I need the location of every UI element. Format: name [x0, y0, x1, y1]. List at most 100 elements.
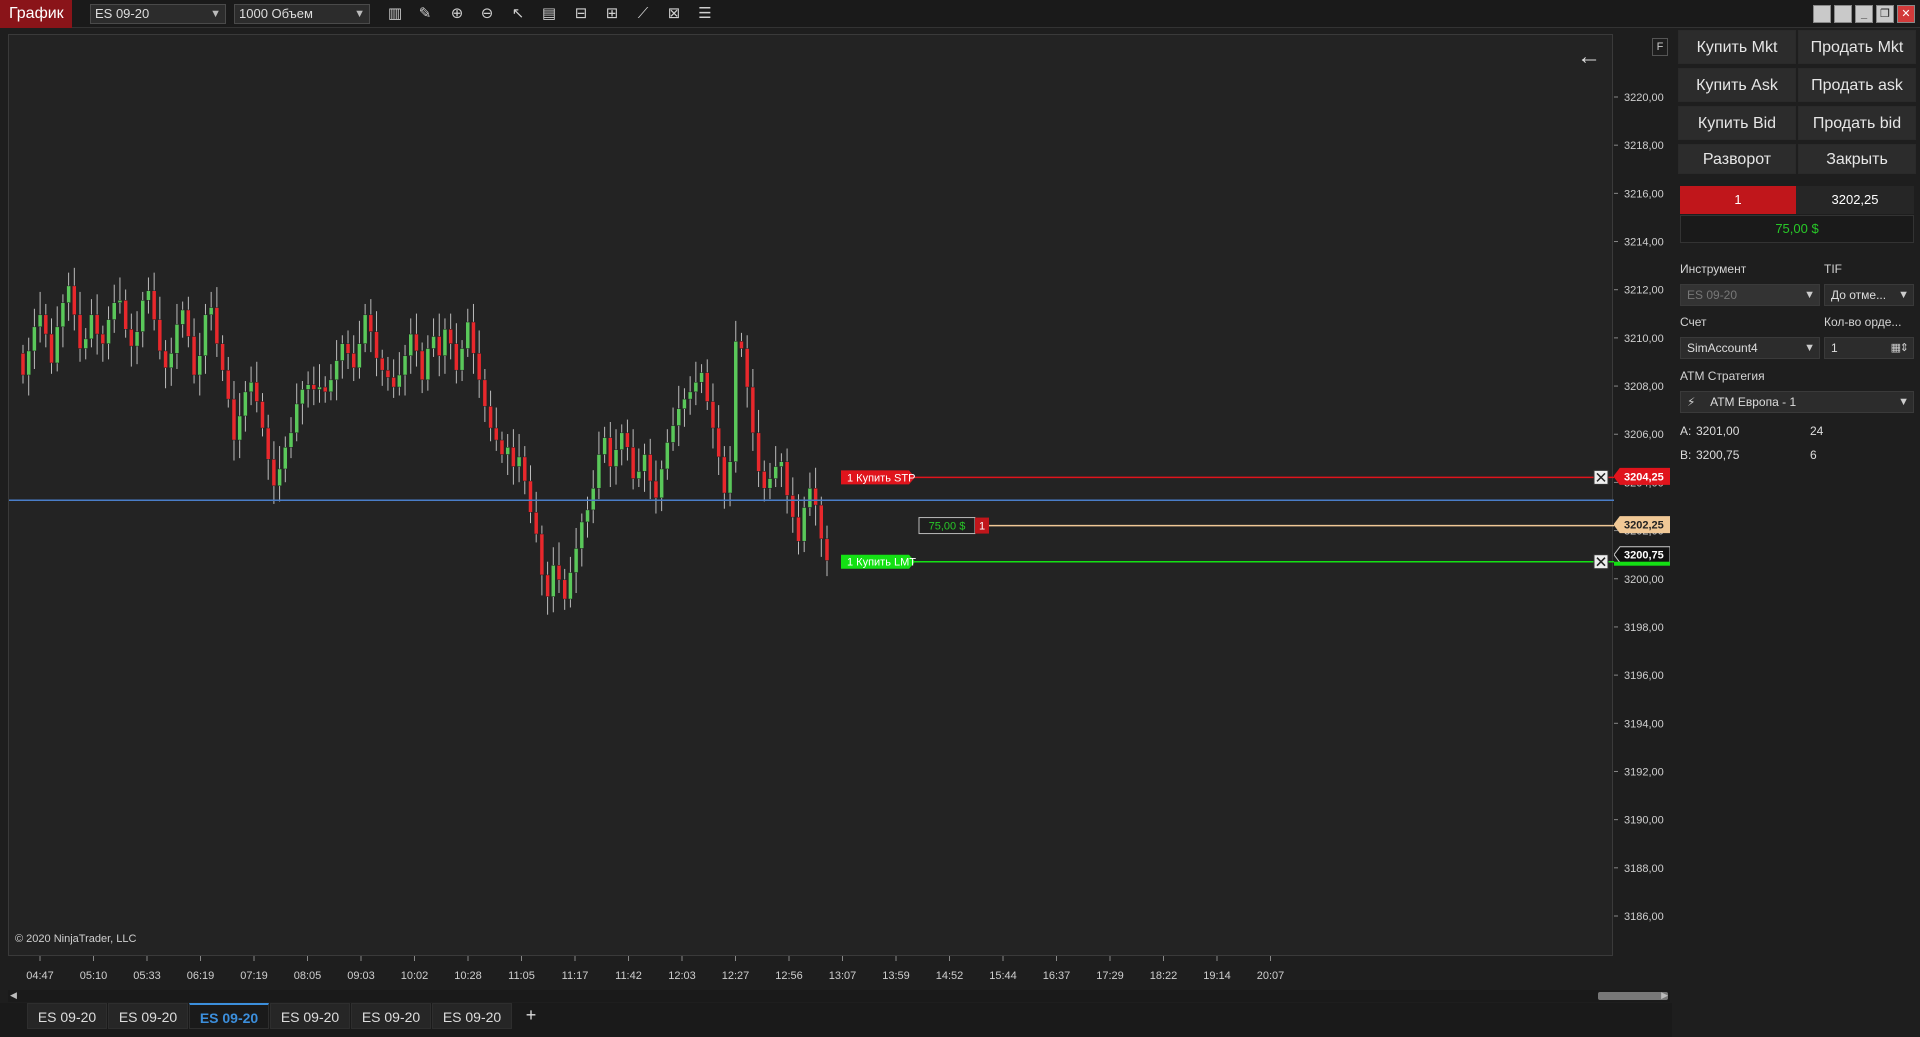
candle-up — [568, 572, 573, 600]
fixed-scale-button[interactable]: F — [1652, 38, 1668, 56]
tab-5[interactable]: ES 09-20 — [432, 1003, 512, 1029]
candle-down — [494, 427, 499, 441]
buy-limit-order-tag-label: 1 Купить LMT — [847, 557, 916, 569]
tab-2-active[interactable]: ES 09-20 — [189, 1003, 269, 1029]
bar-type-selector[interactable]: 1000 Объем ▼ — [234, 4, 370, 24]
price-axis[interactable]: 3220,00 3218,00 3216,00 3214,00 3212,00 3210,… — [1613, 34, 1671, 956]
limit-price-flag: 3200,75 — [1613, 546, 1671, 564]
minimize-button[interactable]: _ — [1855, 5, 1873, 23]
chart-scrollbar[interactable]: ◀ ▶ — [8, 990, 1670, 1002]
sell-ask-button[interactable]: Продать ask — [1798, 68, 1916, 102]
candle-up — [682, 398, 687, 409]
candle-down — [819, 504, 824, 540]
candle-down — [533, 512, 539, 535]
tab-4[interactable]: ES 09-20 — [351, 1003, 431, 1029]
candle-up — [248, 381, 254, 393]
account-select[interactable]: SimAccount4 ▼ — [1680, 337, 1820, 359]
price-tick-label: 3214,00 — [1624, 237, 1664, 249]
candle-up — [442, 328, 448, 356]
candle-up — [106, 319, 111, 344]
drawing-tool-icon[interactable]: ✎ — [414, 3, 436, 25]
buy-stop-order-cancel-icon[interactable] — [1593, 469, 1609, 485]
scroll-right-icon[interactable]: ▶ — [1661, 990, 1668, 1001]
buy-bid-button[interactable]: Купить Bid — [1678, 106, 1796, 140]
chart-panel[interactable]: 1 Купить STP 1 Купить LMT 75,00 $ 1 © 2020 … — [8, 34, 1614, 957]
candle-down — [437, 336, 442, 356]
buy-ask-button[interactable]: Купить Ask — [1678, 68, 1796, 102]
tif-select[interactable]: До отме... ▼ — [1824, 284, 1914, 306]
candle-down — [151, 290, 157, 320]
buy-limit-order-tag[interactable]: 1 Купить LMT — [841, 554, 916, 569]
chevron-down-icon: ▼ — [1804, 289, 1815, 301]
price-tick-label: 3192,00 — [1624, 766, 1664, 778]
candle-down — [414, 333, 419, 352]
zoom-out-icon[interactable]: ⊖ — [476, 3, 498, 25]
candle-down — [499, 439, 505, 455]
price-tick-label: 3220,00 — [1624, 92, 1664, 104]
limit-price-flag-bar — [1614, 561, 1670, 566]
buy-market-button[interactable]: Купить Mkt — [1678, 30, 1796, 64]
candle-up — [134, 331, 140, 347]
sell-bid-button[interactable]: Продать bid — [1798, 106, 1916, 140]
candle-down — [379, 357, 385, 371]
reverse-button[interactable]: Разворот — [1678, 144, 1796, 174]
candle-up — [357, 343, 362, 369]
time-tick-label: 10:02 — [401, 970, 429, 982]
time-tick-label: 11:05 — [508, 970, 535, 982]
tab-1[interactable]: ES 09-20 — [108, 1003, 188, 1029]
candle-down — [813, 487, 818, 506]
chevron-down-icon: ▼ — [1804, 342, 1815, 354]
candle-up — [300, 389, 305, 405]
buy-stop-order-tag[interactable]: 1 Купить STP — [841, 470, 915, 485]
add-tab-icon[interactable]: + — [519, 1003, 543, 1029]
candle-down — [562, 579, 567, 600]
quantity-stepper-value: 1 — [1831, 341, 1838, 355]
buy-limit-order-cancel-icon[interactable] — [1593, 554, 1609, 570]
scrollbar-thumb[interactable] — [1598, 992, 1668, 1000]
atm-strategy-select[interactable]: ⚡ ATM Европа - 1 ▼ — [1680, 391, 1914, 413]
candle-up — [334, 360, 339, 381]
quantity-stepper[interactable]: 1 ▦ ⇕ — [1824, 337, 1914, 359]
spin-arrows-icon[interactable]: ⇕ — [1900, 338, 1909, 358]
time-axis[interactable]: 04:47 05:10 05:33 06:19 07:19 08:05 09:03 10:02… — [8, 956, 1670, 990]
bar-type-icon[interactable]: ▥ — [384, 3, 406, 25]
maximize-button[interactable]: ❐ — [1876, 5, 1894, 23]
sell-market-button[interactable]: Продать Mkt — [1798, 30, 1916, 64]
strategies-icon[interactable]: ⟋ — [632, 3, 654, 25]
indicators-icon[interactable]: ☰ — [694, 3, 716, 25]
candle-up — [317, 386, 322, 390]
price-chart[interactable]: 1 Купить STP 1 Купить LMT 75,00 $ 1 — [9, 35, 1614, 957]
ask-price: 3201,00 — [1696, 424, 1740, 438]
close-position-button[interactable]: Закрыть — [1798, 144, 1916, 174]
scroll-left-icon[interactable]: ◀ — [10, 990, 17, 1001]
window-link-button[interactable] — [1834, 5, 1852, 23]
properties-icon[interactable]: ⊞ — [601, 3, 623, 25]
candle-down — [129, 328, 134, 347]
back-arrow-icon[interactable]: ← — [1577, 43, 1601, 71]
tab-0[interactable]: ES 09-20 — [27, 1003, 107, 1029]
candle-up — [431, 336, 436, 349]
close-button[interactable]: ✕ — [1897, 5, 1915, 23]
time-tick-label: 11:42 — [615, 970, 642, 982]
account-select-value: SimAccount4 — [1687, 341, 1758, 355]
time-tick-label: 05:10 — [80, 970, 108, 982]
data-box-icon[interactable]: ▤ — [538, 3, 560, 25]
time-tick-label: 11:17 — [562, 970, 589, 982]
candle-up — [459, 348, 465, 371]
candle-down — [488, 406, 493, 429]
tab-3[interactable]: ES 09-20 — [270, 1003, 350, 1029]
position-pnl: 75,00 $ — [1680, 215, 1914, 243]
candle-down — [539, 533, 545, 576]
price-tick-label: 3208,00 — [1624, 381, 1664, 393]
templates-icon[interactable]: ⊠ — [663, 3, 685, 25]
price-axis-labels: 3220,00 3218,00 3216,00 3214,00 3212,00 3210,… — [1613, 92, 1671, 923]
window-color-button[interactable] — [1813, 5, 1831, 23]
candle-down — [647, 454, 653, 482]
time-axis-labels: 04:47 05:10 05:33 06:19 07:19 08:05 09:03 10:02… — [26, 956, 1284, 982]
instrument-selector[interactable]: ES 09-20 ▼ — [90, 4, 226, 24]
pointer-icon[interactable]: ↖ — [507, 3, 529, 25]
zoom-in-icon[interactable]: ⊕ — [446, 3, 468, 25]
chart-trader-icon[interactable]: ⊟ — [570, 3, 592, 25]
candle-down — [784, 461, 790, 496]
candle-up — [676, 408, 681, 426]
